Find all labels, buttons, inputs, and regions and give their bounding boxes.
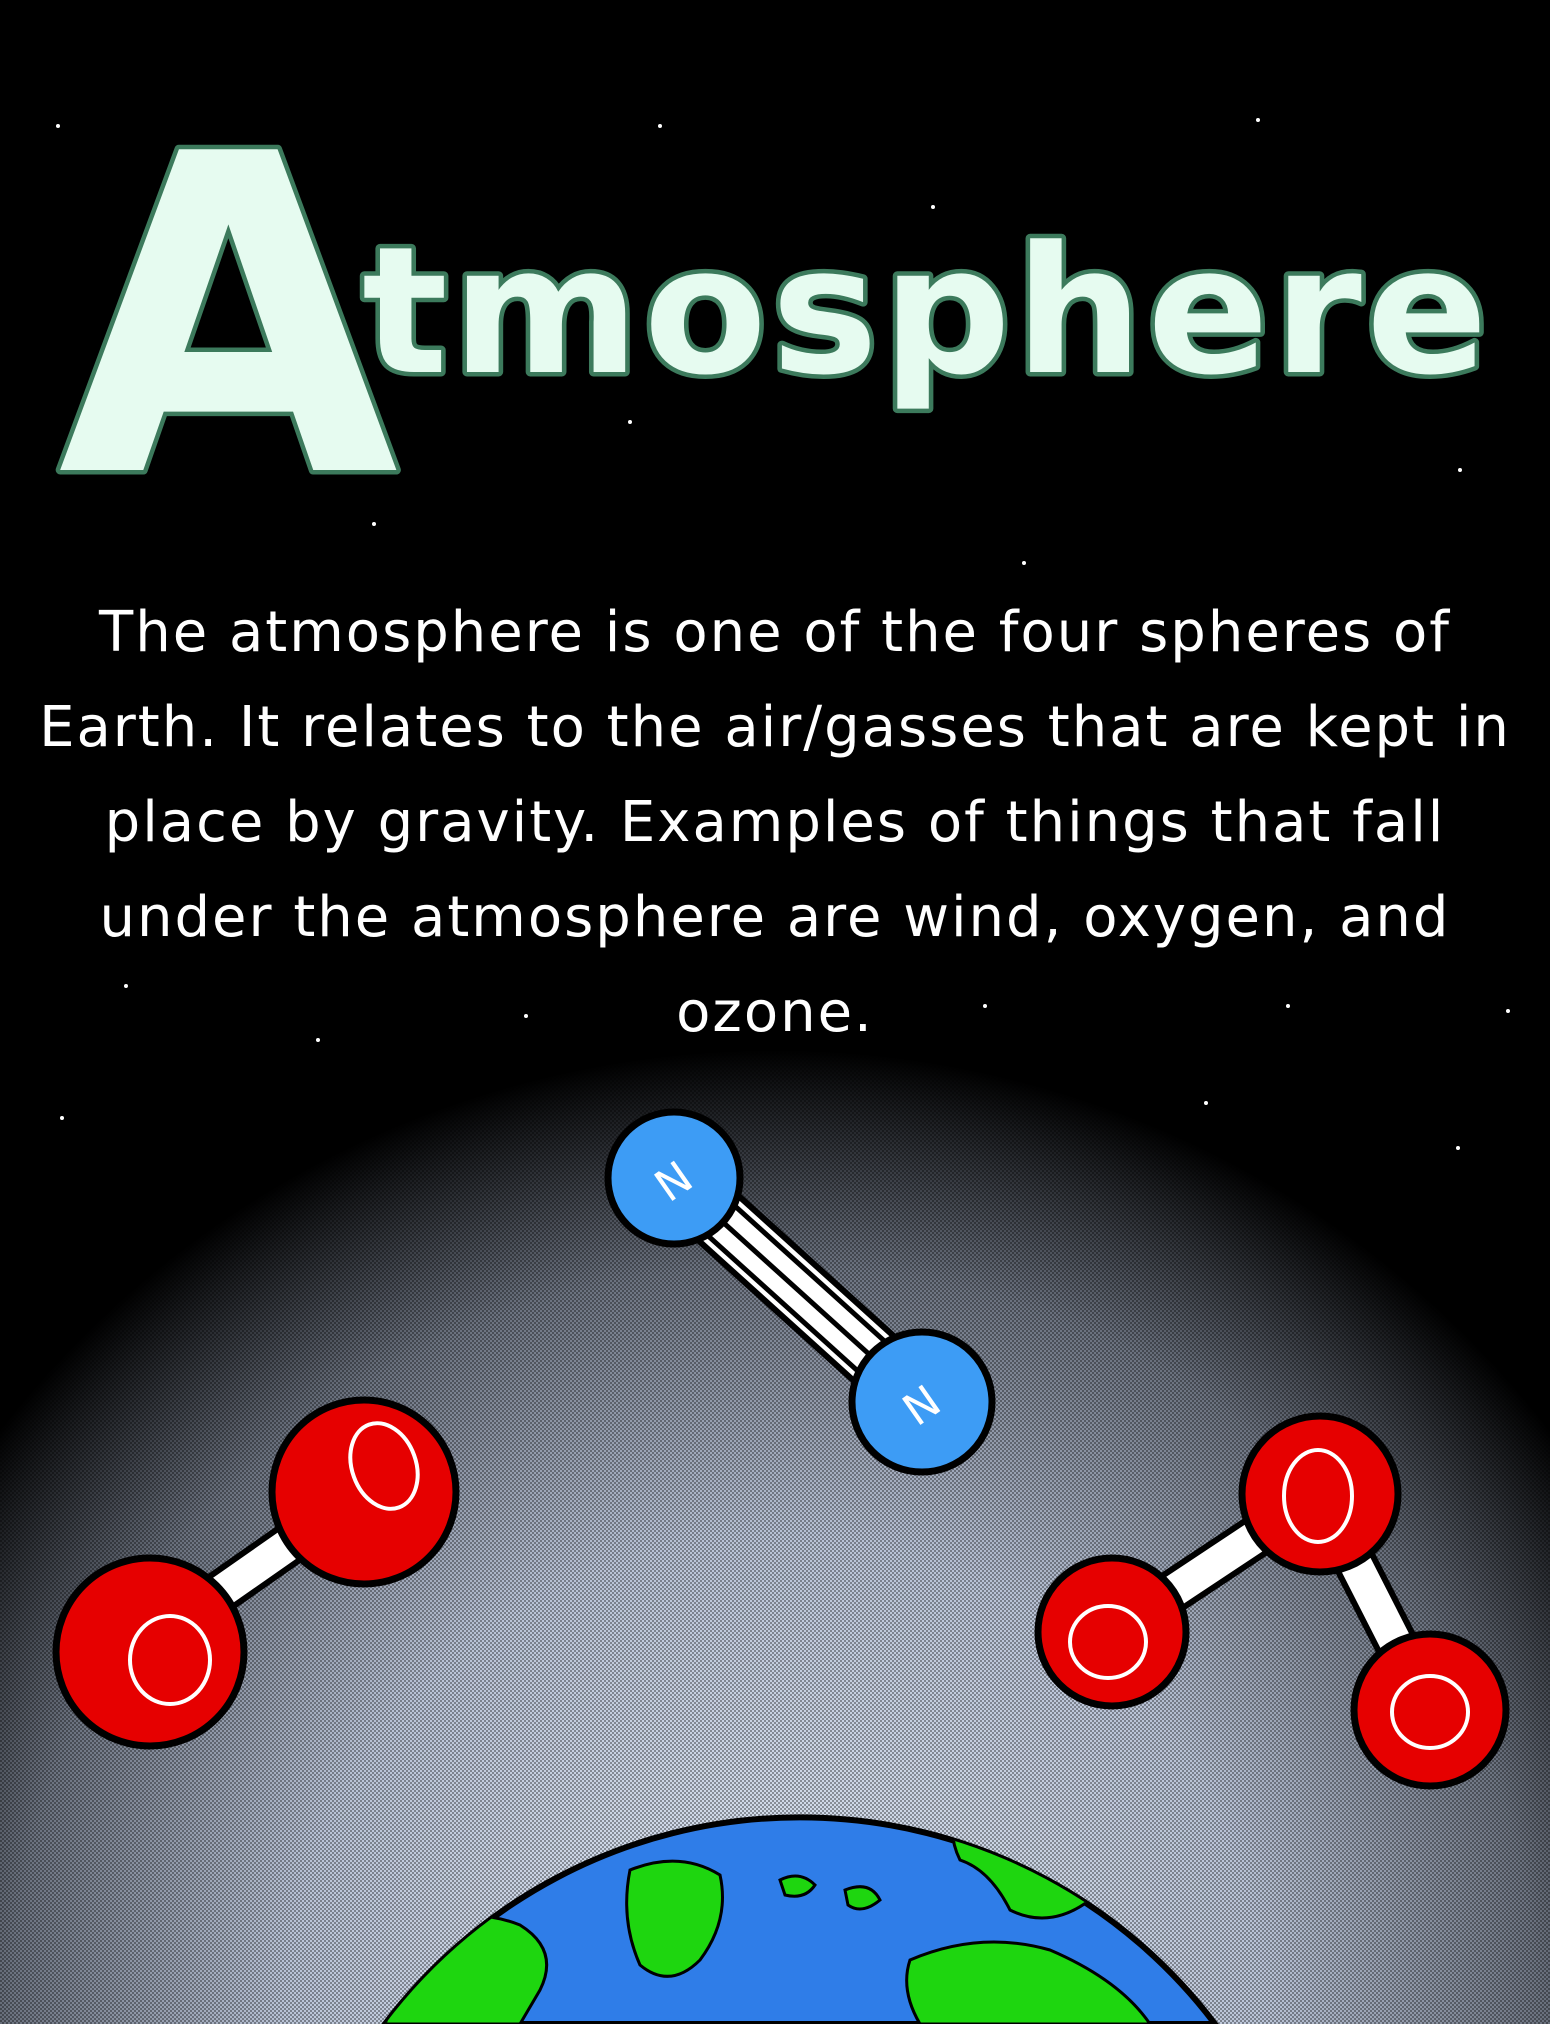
star (1458, 468, 1462, 472)
description-text: The atmosphere is one of the four sphere… (39, 600, 1511, 1045)
oxygen-atom (52, 1554, 248, 1750)
ozone-atom (1034, 1554, 1190, 1710)
title-initial: A (58, 62, 402, 574)
title-rest: tmosphere (362, 209, 1492, 414)
ozone-atom (1350, 1630, 1510, 1790)
star (658, 124, 662, 128)
star (1256, 118, 1260, 122)
ozone-atom (1238, 1412, 1402, 1576)
star (60, 1116, 64, 1120)
star (628, 420, 632, 424)
star (1204, 1101, 1208, 1105)
star (1456, 1146, 1460, 1150)
star (1022, 561, 1026, 565)
